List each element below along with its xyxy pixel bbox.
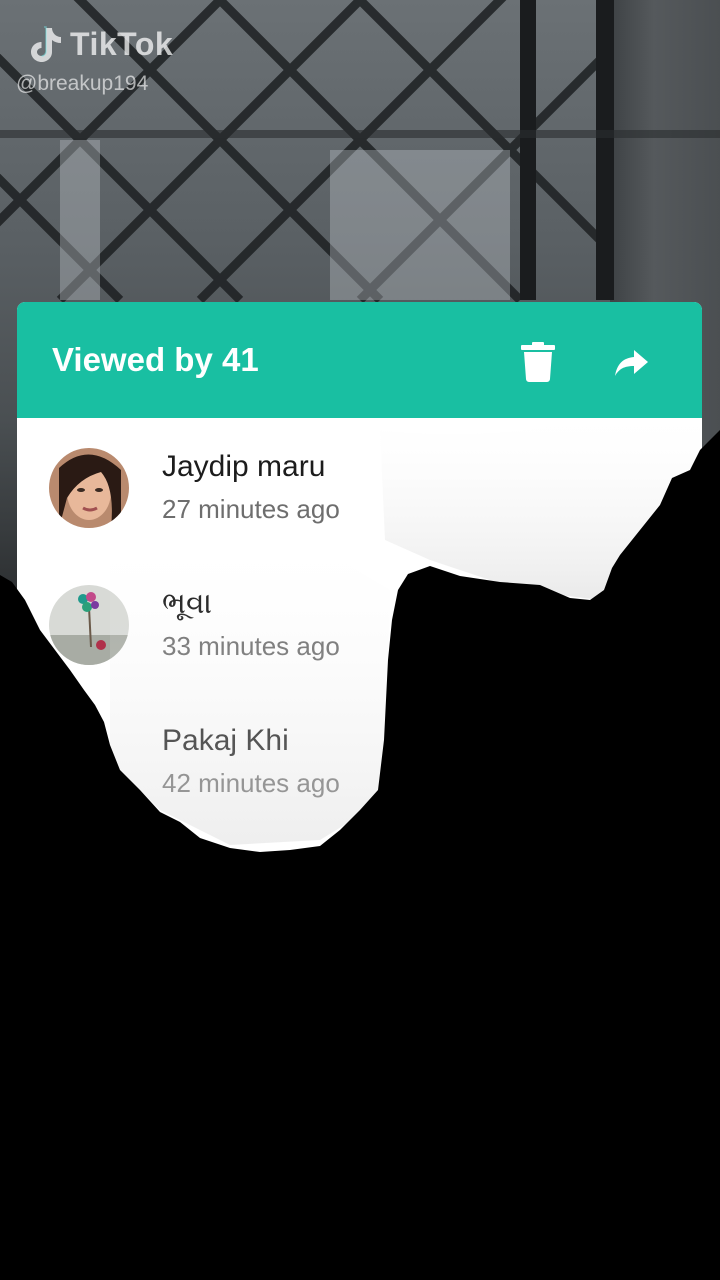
viewer-name: Jaydip maru (162, 450, 326, 483)
viewer-text: Jaydip maru 27 minutes ago (162, 448, 340, 528)
share-arrow-icon (615, 350, 648, 376)
watermark-brand: TikTok (70, 25, 174, 62)
viewer-row[interactable]: Pakaj Khi 42 minutes ago (17, 718, 702, 855)
tiktok-watermark: TikTok @breakup194 (16, 22, 174, 96)
watermark-handle: @breakup194 (16, 72, 149, 95)
screen: TikTok @breakup194 Viewed by 41 Jaydip m… (0, 0, 720, 1280)
viewer-row[interactable]: ભૂવા 33 minutes ago (17, 581, 702, 718)
tiktok-note-icon (31, 26, 61, 62)
viewer-time: 33 minutes ago (162, 631, 340, 661)
trash-icon (521, 342, 555, 382)
viewer-name: Pakaj Khi (162, 724, 289, 757)
dialog-title: Viewed by 41 (52, 341, 259, 378)
avatar (49, 448, 129, 528)
dialog-header: Viewed by 41 (17, 302, 702, 418)
delete-button[interactable] (520, 342, 556, 382)
viewer-row[interactable]: Jaydip maru 27 minutes ago (17, 444, 702, 581)
viewers-dialog: Viewed by 41 Jaydip maru 27 minutes ago … (17, 302, 702, 862)
viewer-name: ભૂવા (162, 587, 213, 620)
share-button[interactable] (614, 342, 650, 382)
viewer-text: ભૂવા 33 minutes ago (162, 585, 340, 665)
avatar (49, 585, 129, 665)
viewer-text: Pakaj Khi 42 minutes ago (162, 722, 340, 802)
viewer-list: Jaydip maru 27 minutes ago ભૂવા 33 minut… (17, 418, 702, 855)
viewer-time: 27 minutes ago (162, 494, 340, 524)
viewer-time: 42 minutes ago (162, 768, 340, 798)
